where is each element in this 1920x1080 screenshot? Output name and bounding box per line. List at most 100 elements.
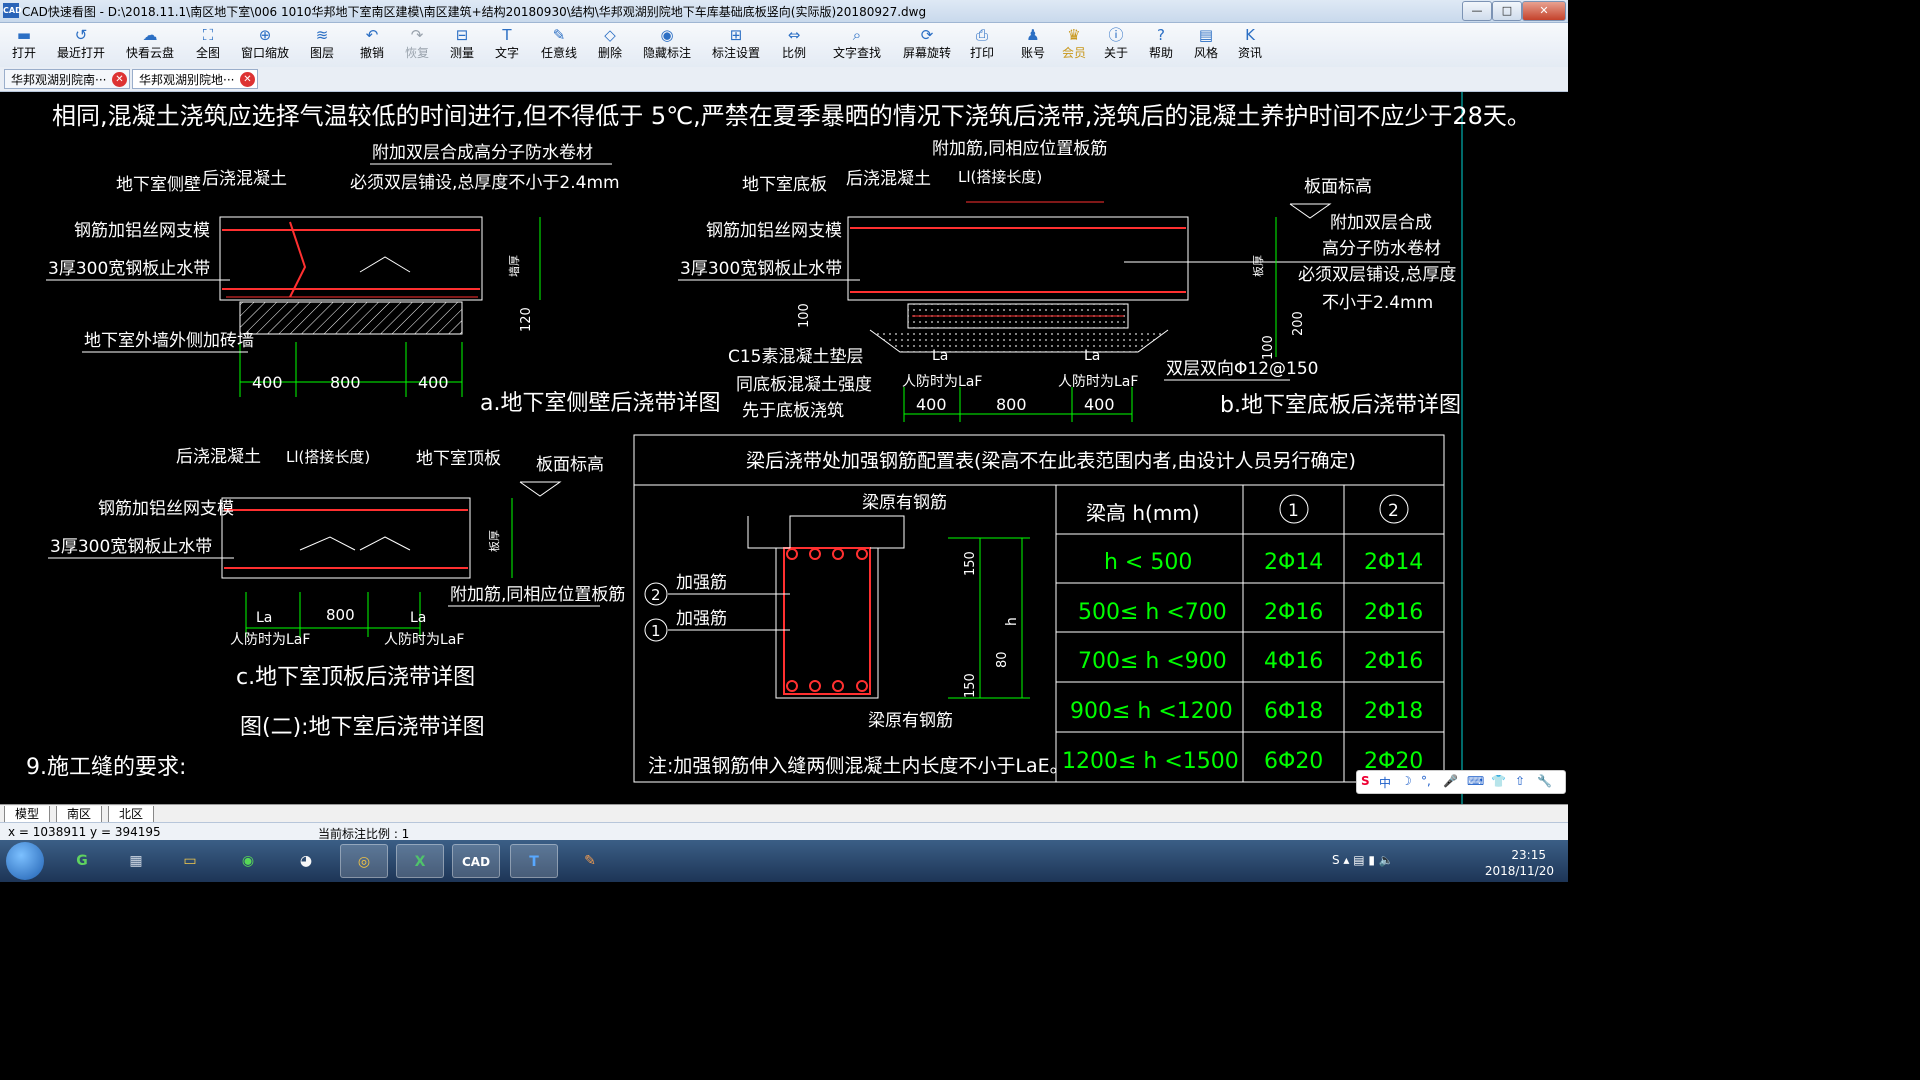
text-button[interactable]: T 文字 [489, 25, 525, 65]
news-button[interactable]: K 资讯 [1232, 25, 1268, 65]
skin-icon[interactable]: 👕 [1491, 774, 1506, 788]
taskbar-wechat[interactable]: ◉ [224, 844, 272, 878]
table-cell: 500≤ h <700 [1078, 600, 1227, 625]
eraser-icon: ◇ [604, 26, 616, 44]
dim-settings-button[interactable]: ⊞ 标注设置 [707, 25, 765, 65]
dim-400: 400 [418, 373, 449, 392]
freeline-button[interactable]: ✎ 任意线 [536, 25, 582, 65]
text-search-button[interactable]: ⌕ 文字查找 [828, 25, 886, 65]
title-bar: CAD CAD快速看图 - D:\2018.11.1\南区地下室\006 101… [0, 0, 1568, 23]
cloud-button[interactable]: ☁ 快看云盘 [122, 25, 178, 65]
stop-plate [299, 536, 356, 551]
taskbar-explorer[interactable]: ▭ [166, 844, 214, 878]
folder-icon: ▬ [16, 26, 32, 44]
taskbar-calculator[interactable]: ▦ [112, 844, 160, 878]
layers-button[interactable]: ≋ 图层 [304, 25, 340, 65]
layout-tab-south[interactable]: 南区 [56, 806, 103, 823]
scale-button[interactable]: ⇔ 比例 [776, 25, 812, 65]
label-slab-elevation: 板面标高 [1304, 177, 1372, 197]
punct-icon[interactable]: °, [1421, 774, 1431, 788]
dim-120: 120 [519, 307, 534, 332]
dim-100: 100 [797, 303, 812, 328]
label-same-strength: 同底板混凝土强度 [736, 375, 872, 395]
info-icon: ⓘ [1108, 26, 1124, 44]
news-icon: K [1245, 26, 1255, 44]
label-post-pour: 后浇混凝土 [846, 169, 931, 189]
layers-icon: ≋ [315, 26, 329, 44]
moon-icon[interactable]: ☽ [1401, 774, 1412, 788]
label-post-pour: 后浇混凝土 [202, 169, 287, 189]
table-cell: 6Φ20 [1264, 749, 1323, 774]
slab-thickness-label: 板厚 [487, 530, 501, 552]
table-cell: 2Φ16 [1364, 649, 1423, 674]
rebar-dot [809, 680, 821, 692]
mic-icon[interactable]: 🎤 [1443, 774, 1458, 788]
table-cell: 700≤ h <900 [1078, 649, 1227, 674]
slab-outline [847, 216, 1189, 301]
clock-time[interactable]: 23:15 [1511, 848, 1546, 862]
open-button[interactable]: ▬ 打开 [4, 25, 44, 65]
rotate-button[interactable]: ⟳ 屏幕旋转 [898, 25, 956, 65]
about-button[interactable]: ⓘ 关于 [1098, 25, 1134, 65]
table-cell: 2Φ16 [1364, 600, 1423, 625]
style-button[interactable]: ▤ 风格 [1188, 25, 1224, 65]
label-pour-first: 先于底板浇筑 [742, 401, 844, 421]
style-icon: ▤ [1198, 26, 1214, 44]
help-button[interactable]: ? 帮助 [1143, 25, 1179, 65]
print-button[interactable]: ⎙ 打印 [964, 25, 1000, 65]
redo-button[interactable]: ↷ 恢复 [399, 25, 435, 65]
table-cell: 4Φ16 [1264, 649, 1323, 674]
detail-c: 后浇混凝土 Ll(搭接长度) 地下室顶板 板面标高 钢筋加铝丝网支模 3厚300… [48, 447, 625, 690]
hide-dim-button[interactable]: ◉ 隐藏标注 [638, 25, 696, 65]
layout-tab-north[interactable]: 北区 [108, 806, 155, 823]
fullview-button[interactable]: ⛶ 全图 [188, 25, 228, 65]
maximize-button[interactable]: □ [1492, 1, 1522, 21]
stop-plate [359, 256, 411, 273]
delete-button[interactable]: ◇ 删除 [592, 25, 628, 65]
taskbar-chrome[interactable]: ◎ [340, 844, 388, 878]
account-button[interactable]: ♟ 账号 [1015, 25, 1051, 65]
vip-button[interactable]: ♛ 会员 [1056, 25, 1092, 65]
layout-tab-model[interactable]: 模型 [4, 806, 51, 823]
minimize-button[interactable]: — [1462, 1, 1492, 21]
upload-icon[interactable]: ⇧ [1515, 774, 1525, 788]
tray-icons[interactable]: S ▴ ▤ ▮ 🔈 [1332, 853, 1394, 867]
taskbar-excel[interactable]: X [396, 844, 444, 878]
tab-document-1[interactable]: 华邦观湖别院南··· ✕ [4, 69, 130, 89]
dim-800: 800 [326, 606, 355, 624]
beam-table: 梁后浇带处加强钢筋配置表(梁高不在此表范围内者,由设计人员另行确定) 梁高 h(… [633, 434, 1445, 783]
label-c15: C15素混凝土垫层 [728, 347, 864, 367]
keyboard-icon[interactable]: ⌨ [1467, 774, 1484, 788]
toolbar: ▬ 打开 ↺ 最近打开 ☁ 快看云盘 ⛶ 全图 ⊕ 窗口缩放 ≋ 图层 ↶ 撤销 ↷ 恢复 ⊟ 测… [0, 23, 1568, 68]
measure-button[interactable]: ⊟ 测量 [444, 25, 480, 65]
layout-tabs: 模型 南区 北区 [0, 804, 1568, 823]
close-button[interactable]: ✕ [1522, 1, 1566, 21]
wrench-icon[interactable]: 🔧 [1537, 774, 1552, 788]
rebar-dot [786, 680, 798, 692]
drawing-canvas[interactable]: 相同,混凝土浇筑应选择气温较低的时间进行,但不得低于 5℃,严禁在夏季暴晒的情况… [0, 92, 1568, 804]
start-button[interactable] [6, 842, 44, 880]
taskbar-paint[interactable]: ✎ [566, 844, 614, 878]
ime-toolbar[interactable]: S 中 ☽ °, 🎤 ⌨ 👕 ⇧ 🔧 [1356, 770, 1566, 794]
undo-button[interactable]: ↶ 撤销 [354, 25, 390, 65]
taskbar-browser-g[interactable]: G [58, 844, 106, 878]
label-mesh: 双层双向Φ12@150 [1166, 359, 1318, 379]
label-brick: 地下室外墙外侧加砖墙 [84, 331, 254, 351]
ime-lang[interactable]: 中 [1379, 774, 1391, 791]
taskbar-qq[interactable]: ◕ [282, 844, 330, 878]
close-tab-icon[interactable]: ✕ [112, 72, 127, 87]
recent-button[interactable]: ↺ 最近打开 [52, 25, 110, 65]
sogou-icon[interactable]: S [1361, 774, 1370, 788]
window-title: CAD快速看图 - D:\2018.11.1\南区地下室\006 1010华邦地… [22, 5, 927, 19]
tab-document-2[interactable]: 华邦观湖别院地··· ✕ [132, 69, 258, 89]
close-tab-icon[interactable]: ✕ [240, 72, 255, 87]
taskbar-text-app[interactable]: T [510, 844, 558, 878]
dim-200: 200 [1291, 311, 1306, 336]
clock-date[interactable]: 2018/11/20 [1485, 864, 1554, 878]
taskbar-cad[interactable]: CAD [452, 844, 500, 878]
zoom-window-icon: ⊕ [258, 26, 272, 44]
scale-icon: ⇔ [787, 26, 801, 44]
zoom-window-button[interactable]: ⊕ 窗口缩放 [236, 25, 294, 65]
app-icon: CAD [3, 3, 22, 18]
table-cell: 6Φ18 [1264, 699, 1323, 724]
